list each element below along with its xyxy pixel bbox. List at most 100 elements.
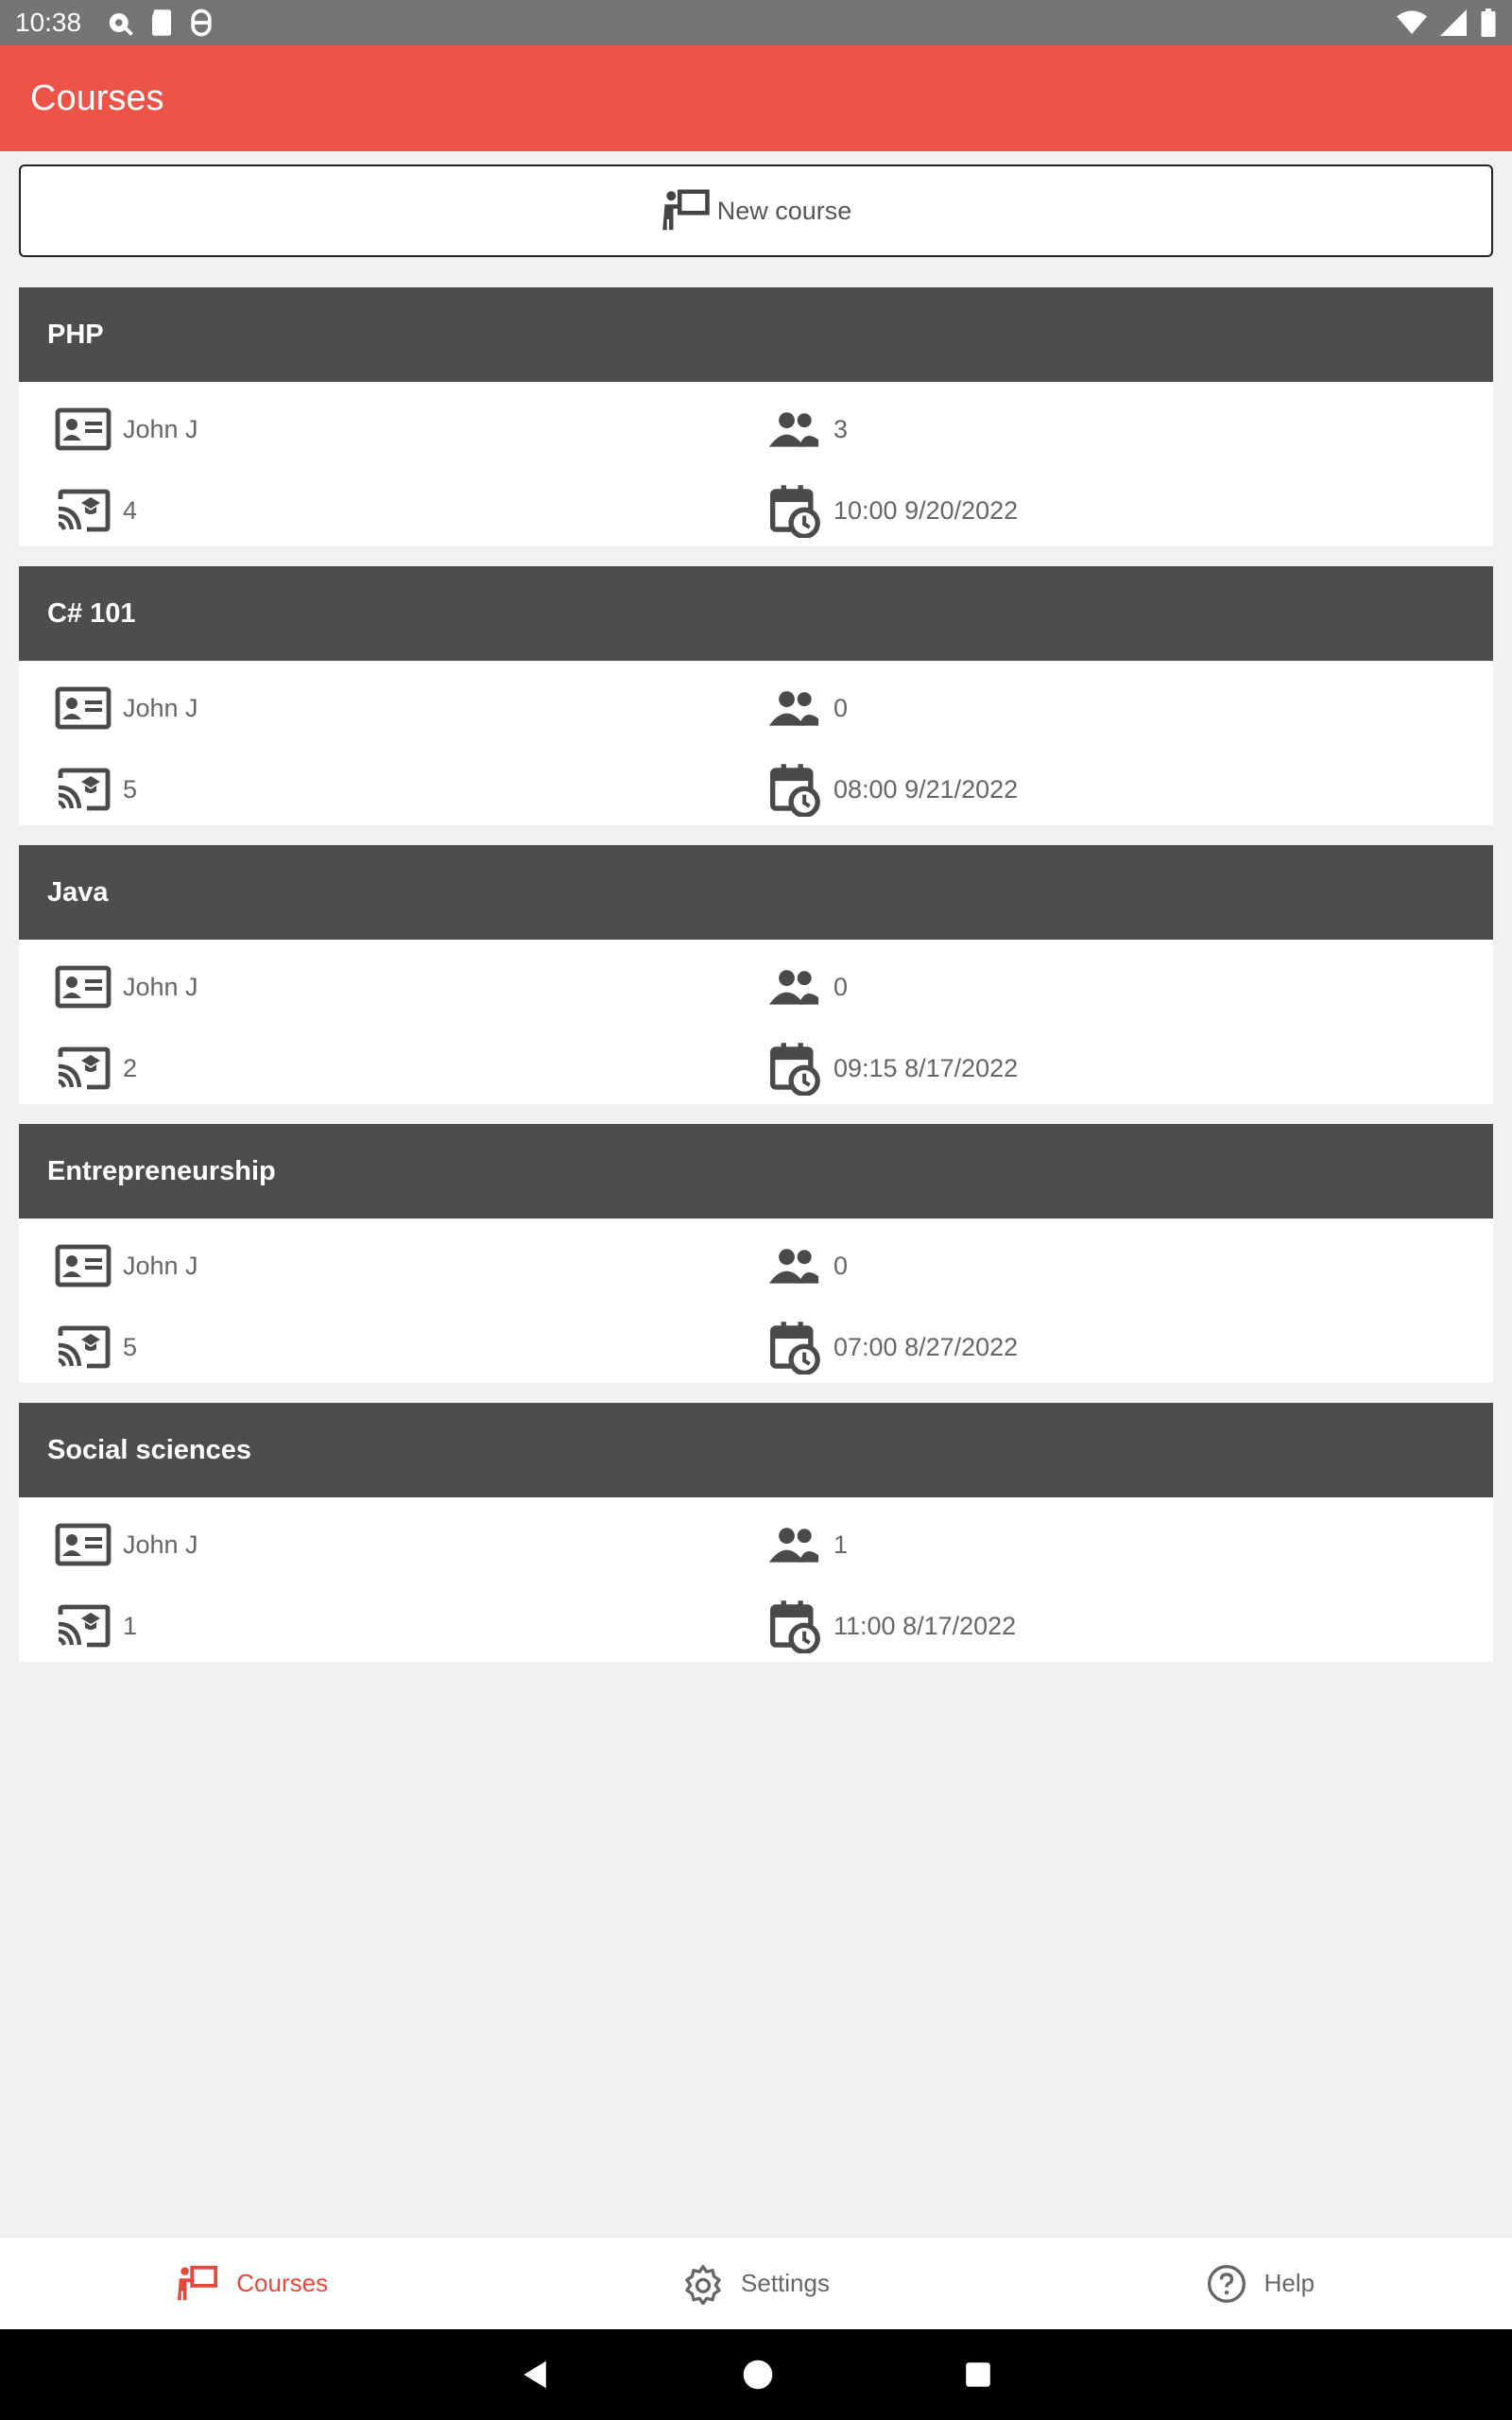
- id-card-icon: [55, 401, 112, 458]
- id-card-icon: [55, 1516, 112, 1573]
- teacher-cell: John J: [55, 401, 198, 458]
- course-details: John J 0 5 08:00 9/21/2022: [19, 661, 1493, 825]
- cast-lesson-icon: [55, 1598, 112, 1654]
- course-card[interactable]: Social sciences John J 1 1 11:00 8/17/20…: [19, 1403, 1493, 1662]
- teacher-name: John J: [123, 414, 198, 443]
- lessons-cell: 1: [55, 1598, 137, 1654]
- cast-lesson-icon: [55, 1319, 112, 1375]
- schedule-datetime: 07:00 8/27/2022: [833, 1332, 1019, 1361]
- teacher-board-icon: [178, 2265, 218, 2300]
- people-icon: [765, 959, 822, 1015]
- teacher-board-icon: [662, 189, 710, 231]
- nav-help[interactable]: Help: [1008, 2238, 1512, 2329]
- students-cell: 0: [765, 1237, 848, 1294]
- teacher-name: John J: [123, 1251, 198, 1280]
- course-card[interactable]: C# 101 John J 0 5 08:00 9/21/2022: [19, 566, 1493, 825]
- id-card-icon: [55, 1237, 112, 1294]
- teacher-name: John J: [123, 972, 198, 1001]
- course-card[interactable]: PHP John J 3 4 10:00 9/20/2022: [19, 287, 1493, 546]
- calendar-clock-icon: [765, 1319, 822, 1375]
- schedule-cell: 08:00 9/21/2022: [765, 761, 1018, 818]
- course-card[interactable]: Java John J 0 2 09:15 8/17/2022: [19, 845, 1493, 1104]
- lesson-count: 5: [123, 774, 138, 804]
- student-count: 0: [833, 1251, 849, 1280]
- app-bar: Courses: [0, 45, 1512, 151]
- teacher-name: John J: [123, 693, 198, 722]
- lessons-cell: 2: [55, 1040, 137, 1097]
- wifi-icon: [1397, 10, 1427, 35]
- id-card-icon: [55, 959, 112, 1015]
- course-name: C# 101: [47, 597, 136, 629]
- lesson-count: 1: [123, 1611, 138, 1640]
- schedule-cell: 11:00 8/17/2022: [765, 1598, 1016, 1654]
- calendar-clock-icon: [765, 761, 822, 818]
- course-details: John J 0 5 07:00 8/27/2022: [19, 1219, 1493, 1383]
- new-course-button[interactable]: New course: [19, 164, 1493, 257]
- lesson-count: 2: [123, 1053, 138, 1082]
- recents-icon[interactable]: [963, 2360, 993, 2390]
- new-course-label: New course: [716, 196, 852, 225]
- status-bar: 10:38: [0, 0, 1512, 45]
- id-card-icon: [55, 680, 112, 736]
- teacher-name: John J: [123, 1530, 198, 1559]
- lessons-cell: 5: [55, 1319, 137, 1375]
- home-icon[interactable]: [742, 2359, 774, 2391]
- sd-card-icon: [152, 9, 172, 36]
- people-icon: [765, 401, 822, 458]
- lesson-count: 4: [123, 495, 138, 525]
- course-title: Entrepreneurship: [19, 1124, 1493, 1219]
- schedule-cell: 07:00 8/27/2022: [765, 1319, 1018, 1375]
- lessons-cell: 5: [55, 761, 137, 818]
- lessons-cell: 4: [55, 482, 137, 539]
- students-cell: 1: [765, 1516, 848, 1573]
- calendar-clock-icon: [765, 1040, 822, 1097]
- battery-icon: [1481, 9, 1496, 37]
- course-title: PHP: [19, 287, 1493, 382]
- schedule-cell: 09:15 8/17/2022: [765, 1040, 1018, 1097]
- schedule-datetime: 09:15 8/17/2022: [833, 1053, 1019, 1082]
- course-title: Social sciences: [19, 1403, 1493, 1497]
- gear-icon: [685, 2264, 721, 2305]
- calendar-clock-icon: [765, 482, 822, 539]
- course-name: PHP: [47, 319, 104, 350]
- teacher-cell: John J: [55, 680, 198, 736]
- back-icon[interactable]: [519, 2358, 553, 2392]
- signal-icon: [1440, 9, 1467, 36]
- teacher-cell: John J: [55, 1237, 198, 1294]
- student-count: 3: [833, 414, 849, 443]
- course-title: Java: [19, 845, 1493, 940]
- cast-lesson-icon: [55, 482, 112, 539]
- course-title: C# 101: [19, 566, 1493, 661]
- students-cell: 0: [765, 680, 848, 736]
- nav-settings-label: Settings: [741, 2269, 830, 2297]
- teacher-cell: John J: [55, 959, 198, 1015]
- schedule-datetime: 11:00 8/17/2022: [833, 1611, 1017, 1640]
- nav-help-label: Help: [1263, 2269, 1315, 2297]
- students-cell: 0: [765, 959, 848, 1015]
- course-name: Java: [47, 876, 109, 908]
- lesson-count: 5: [123, 1332, 138, 1361]
- sync-icon: [109, 13, 133, 36]
- nav-courses[interactable]: Courses: [0, 2238, 504, 2329]
- page-title: Courses: [30, 78, 164, 118]
- help-circle-icon: [1207, 2264, 1246, 2303]
- nav-settings[interactable]: Settings: [504, 2238, 1007, 2329]
- bottom-navigation: Courses Settings Help: [0, 2237, 1512, 2329]
- course-name: Entrepreneurship: [47, 1155, 276, 1186]
- nav-courses-label: Courses: [236, 2269, 329, 2297]
- course-details: John J 0 2 09:15 8/17/2022: [19, 940, 1493, 1104]
- course-details: John J 3 4 10:00 9/20/2022: [19, 382, 1493, 546]
- calendar-clock-icon: [765, 1598, 822, 1654]
- course-card[interactable]: Entrepreneurship John J 0 5 07:00 8/27/2…: [19, 1124, 1493, 1383]
- status-time: 10:38: [15, 8, 82, 37]
- schedule-datetime: 10:00 9/20/2022: [833, 495, 1019, 525]
- student-count: 0: [833, 693, 849, 722]
- system-navigation-bar: [0, 2329, 1512, 2420]
- cast-lesson-icon: [55, 1040, 112, 1097]
- people-icon: [765, 680, 822, 736]
- course-details: John J 1 1 11:00 8/17/2022: [19, 1497, 1493, 1662]
- people-icon: [765, 1237, 822, 1294]
- cast-lesson-icon: [55, 761, 112, 818]
- student-count: 0: [833, 972, 849, 1001]
- schedule-cell: 10:00 9/20/2022: [765, 482, 1018, 539]
